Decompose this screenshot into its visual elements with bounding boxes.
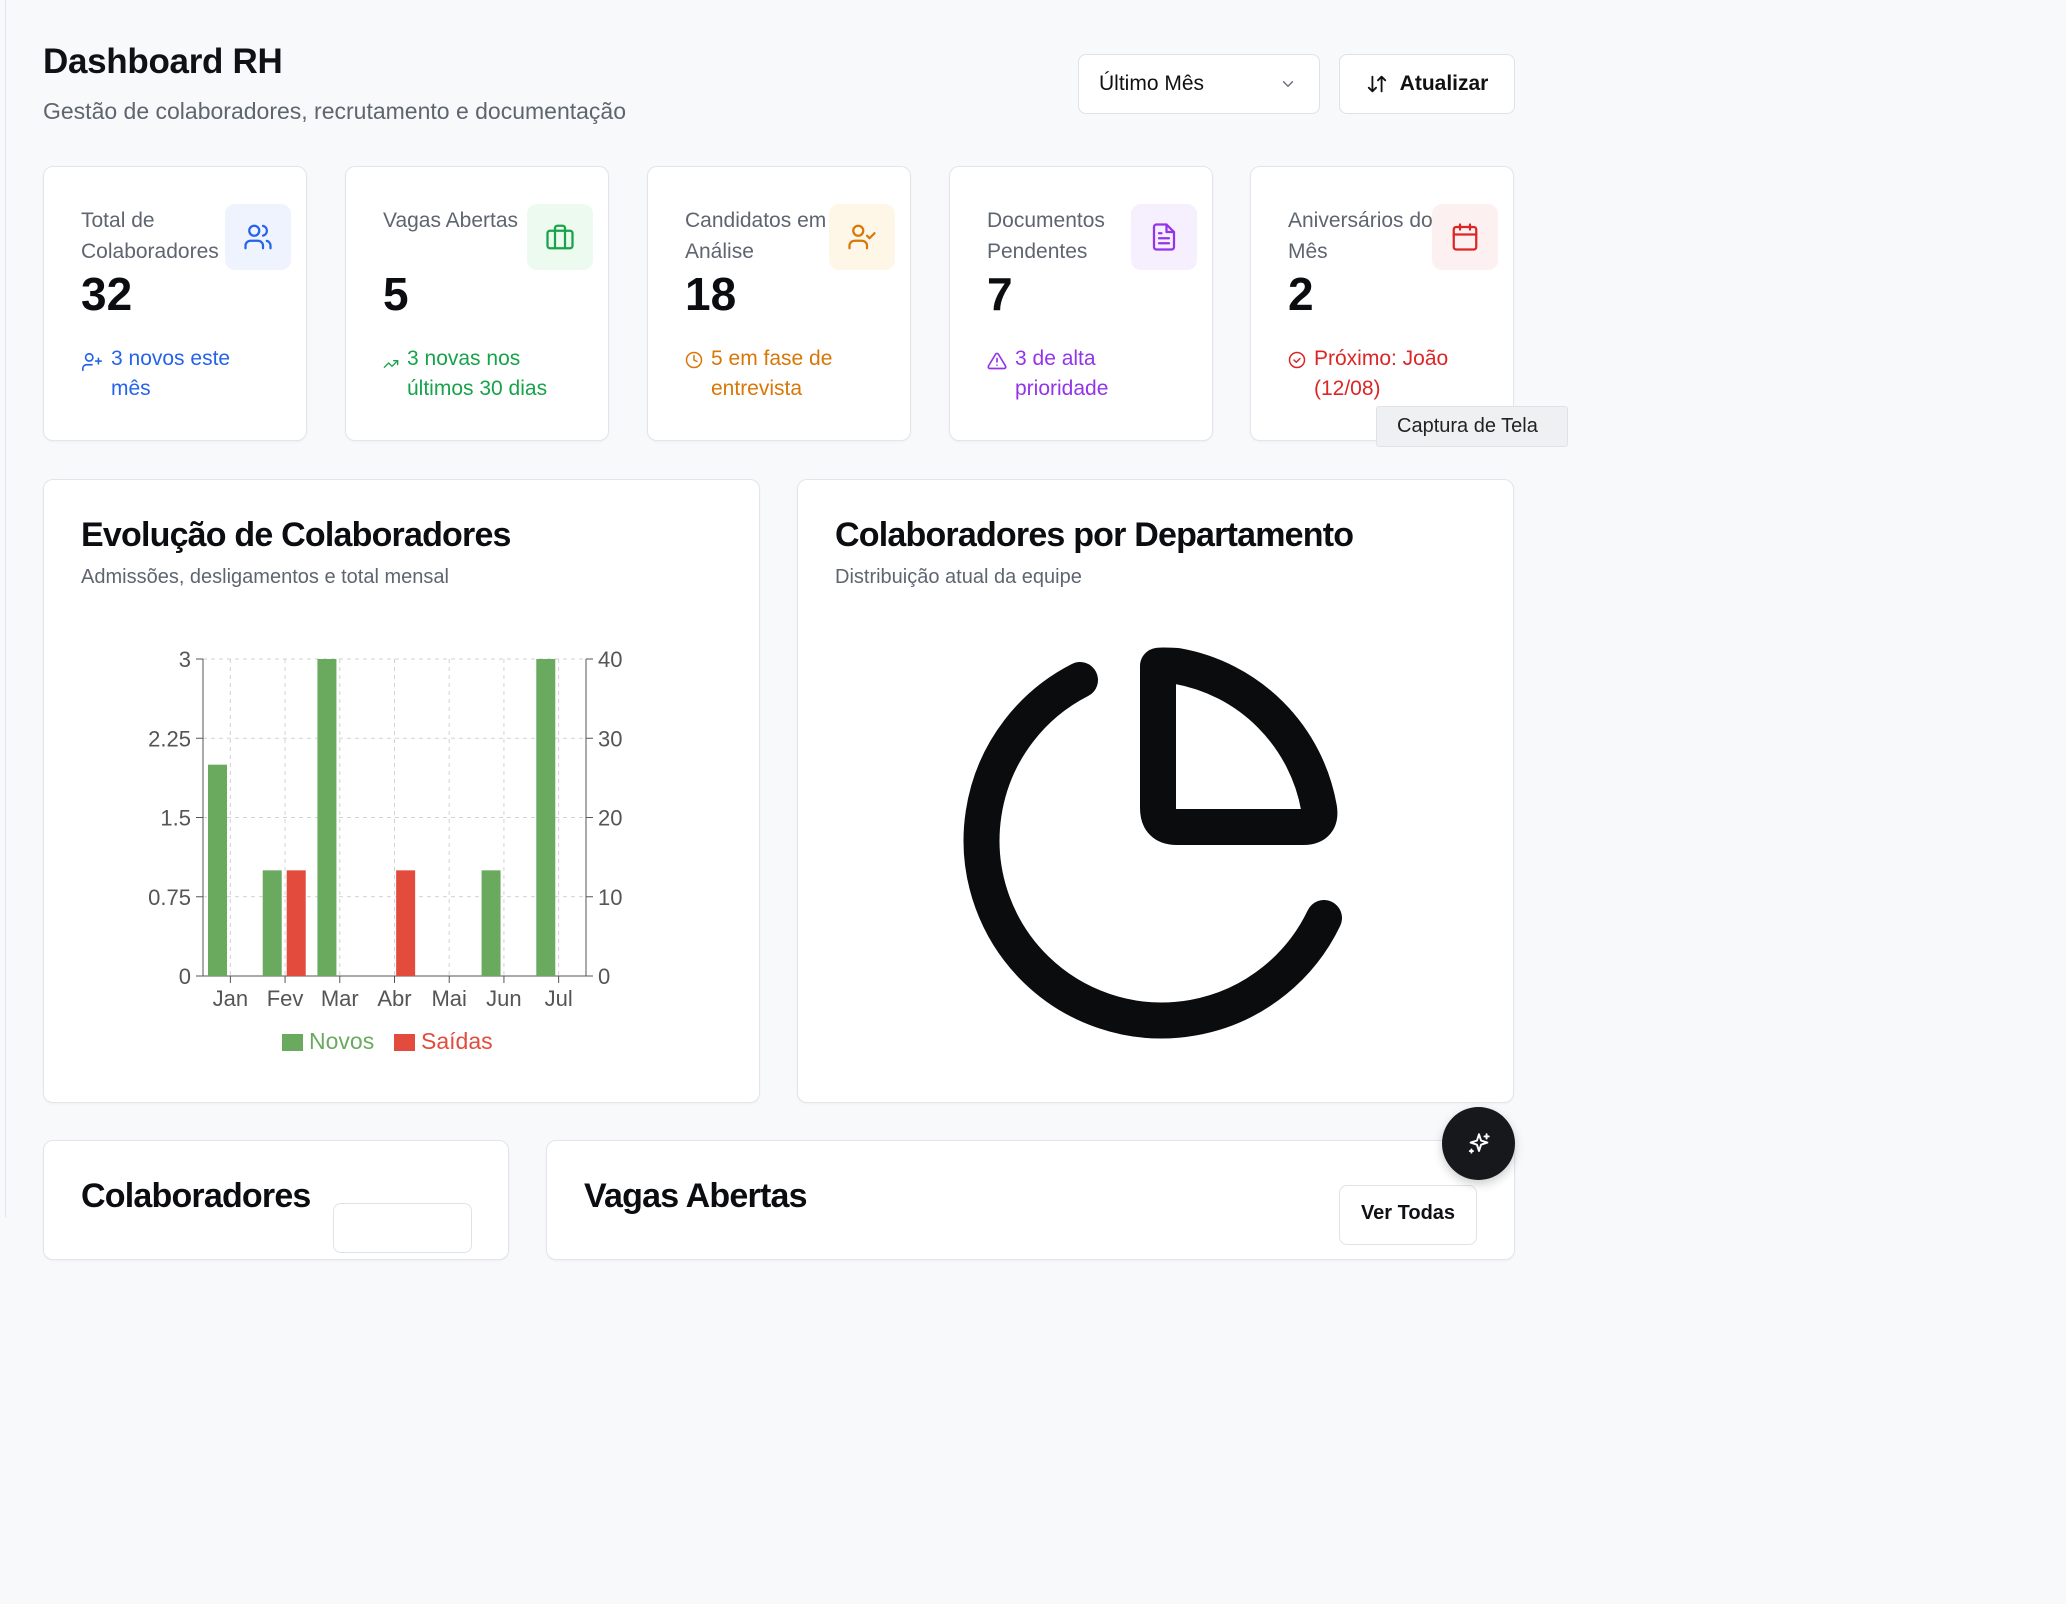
- ai-assistant-button[interactable]: [1442, 1107, 1515, 1180]
- stat-value: 32: [81, 268, 133, 320]
- stat-label: Documentos Pendentes: [987, 209, 1105, 263]
- evolution-bar-chart: 00.751.52.253010203040Jan Fev Mar Abr Mai Jun…: [148, 647, 622, 1054]
- stat-footnote: 3 novos este mês: [81, 344, 271, 404]
- evolution-title: Evolução de Colaboradores: [81, 516, 511, 554]
- stat-card-candidatos: Candidatos em Análise 18 5 em fase de en…: [647, 166, 911, 441]
- stat-card-colaboradores: Total de Colaboradores 32 3 novos este m…: [43, 166, 307, 441]
- page-title: Dashboard RH: [43, 42, 283, 81]
- bar-novos: [481, 870, 501, 976]
- bar-saídas: [396, 870, 416, 976]
- stat-card-vagas: Vagas Abertas 5 3 novas nos últimos 30 d…: [345, 166, 609, 441]
- calendar-icon: [1432, 204, 1498, 270]
- x-tick-label: Jun: [486, 986, 521, 1011]
- page-subtitle: Gestão de colaboradores, recrutamento e …: [43, 98, 627, 124]
- alert-triangle-icon: [987, 352, 1007, 370]
- stat-card-documentos: Documentos Pendentes 7 3 de alta priorid…: [949, 166, 1213, 441]
- period-select[interactable]: Último Mês: [1078, 54, 1320, 114]
- stat-label: Vagas Abertas: [383, 209, 519, 232]
- bar-novos: [317, 659, 337, 976]
- colaboradores-panel: Colaboradores: [43, 1140, 509, 1260]
- stat-footnote-text: 3 de alta prioridade: [1015, 347, 1109, 400]
- check-circle-icon: [1288, 351, 1306, 369]
- stat-footnote-text: 3 novas nos últimos 30 dias: [407, 347, 548, 400]
- period-select-value: Último Mês: [1099, 72, 1205, 95]
- stat-label: Total de Colaboradores: [81, 209, 219, 263]
- refresh-button[interactable]: Atualizar: [1339, 54, 1515, 114]
- stat-footnote: 3 novas nos últimos 30 dias: [383, 344, 567, 404]
- user-plus-icon: [82, 352, 102, 372]
- y-tick-label: 0: [179, 964, 191, 989]
- y2-tick-label: 30: [598, 726, 622, 751]
- x-tick-label: Mai: [431, 986, 466, 1011]
- y2-tick-label: 40: [598, 647, 622, 672]
- stat-footnote-text: Próximo: João (12/08): [1314, 347, 1449, 400]
- screenshot-tooltip: Captura de Tela: [1376, 406, 1568, 447]
- vagas-title: Vagas Abertas: [584, 1177, 807, 1215]
- y-tick-label: 1.5: [160, 806, 191, 831]
- users-icon: [225, 204, 291, 270]
- ver-todas-button[interactable]: Ver Todas: [1339, 1185, 1477, 1245]
- bar-saídas: [286, 870, 306, 976]
- stat-footnote-text: 5 em fase de entrevista: [711, 347, 833, 400]
- bar-novos: [208, 764, 227, 976]
- y-tick-label: 3: [179, 647, 191, 672]
- y2-tick-label: 20: [598, 806, 622, 831]
- department-title: Colaboradores por Departamento: [835, 516, 1354, 554]
- stat-value: 7: [987, 268, 1013, 320]
- refresh-button-label: Atualizar: [1399, 72, 1489, 95]
- stat-label: Aniversários do Mês: [1288, 209, 1433, 263]
- pie-chart-icon: [963, 647, 1342, 1039]
- bar-novos: [262, 870, 282, 976]
- file-text-icon: [1131, 204, 1197, 270]
- y2-tick-label: 0: [598, 964, 610, 989]
- frame-border: [5, 0, 6, 1217]
- stat-footnote: Próximo: João (12/08): [1288, 344, 1474, 404]
- department-subtitle: Distribuição atual da equipe: [835, 566, 1082, 588]
- legend-swatch: [282, 1034, 303, 1051]
- colaboradores-action-button[interactable]: [333, 1203, 472, 1253]
- legend-label: Novos: [309, 1028, 374, 1054]
- evolution-chart-panel: Evolução de Colaboradores Admissões, des…: [43, 479, 760, 1103]
- department-chart-panel: Colaboradores por Departamento Distribui…: [797, 479, 1514, 1103]
- legend-label: Saídas: [421, 1028, 493, 1054]
- stat-card-aniversarios: Aniversários do Mês 2 Próximo: João (12/…: [1250, 166, 1514, 441]
- stat-value: 2: [1288, 268, 1314, 320]
- evolution-subtitle: Admissões, desligamentos e total mensal: [81, 566, 449, 588]
- x-tick-label: Jan: [213, 986, 248, 1011]
- colaboradores-title: Colaboradores: [81, 1177, 311, 1215]
- briefcase-icon: [527, 204, 593, 270]
- x-tick-label: Fev: [267, 986, 304, 1011]
- stat-value: 5: [383, 268, 409, 320]
- x-tick-label: Abr: [377, 986, 411, 1011]
- sparkles-icon: [1468, 1132, 1490, 1154]
- bar-novos: [536, 659, 556, 976]
- y-tick-label: 0.75: [148, 885, 191, 910]
- x-tick-label: Mar: [321, 986, 359, 1011]
- x-tick-label: Jul: [545, 986, 573, 1011]
- chevron-down-icon: [1282, 81, 1294, 88]
- stat-value: 18: [685, 268, 737, 320]
- sort-arrows-icon: [1367, 75, 1386, 93]
- clock-icon: [685, 351, 703, 369]
- stat-footnote: 3 de alta prioridade: [987, 344, 1175, 404]
- user-check-icon: [829, 204, 895, 270]
- stat-footnote-text: 3 novos este mês: [111, 347, 231, 400]
- vagas-panel: Vagas Abertas Ver Todas: [546, 1140, 1515, 1260]
- stat-footnote: 5 em fase de entrevista: [685, 344, 871, 404]
- legend-swatch: [394, 1034, 415, 1051]
- y-tick-label: 2.25: [148, 726, 191, 751]
- y2-tick-label: 10: [598, 885, 622, 910]
- stat-label: Candidatos em Análise: [685, 209, 827, 263]
- trending-up-icon: [383, 360, 399, 368]
